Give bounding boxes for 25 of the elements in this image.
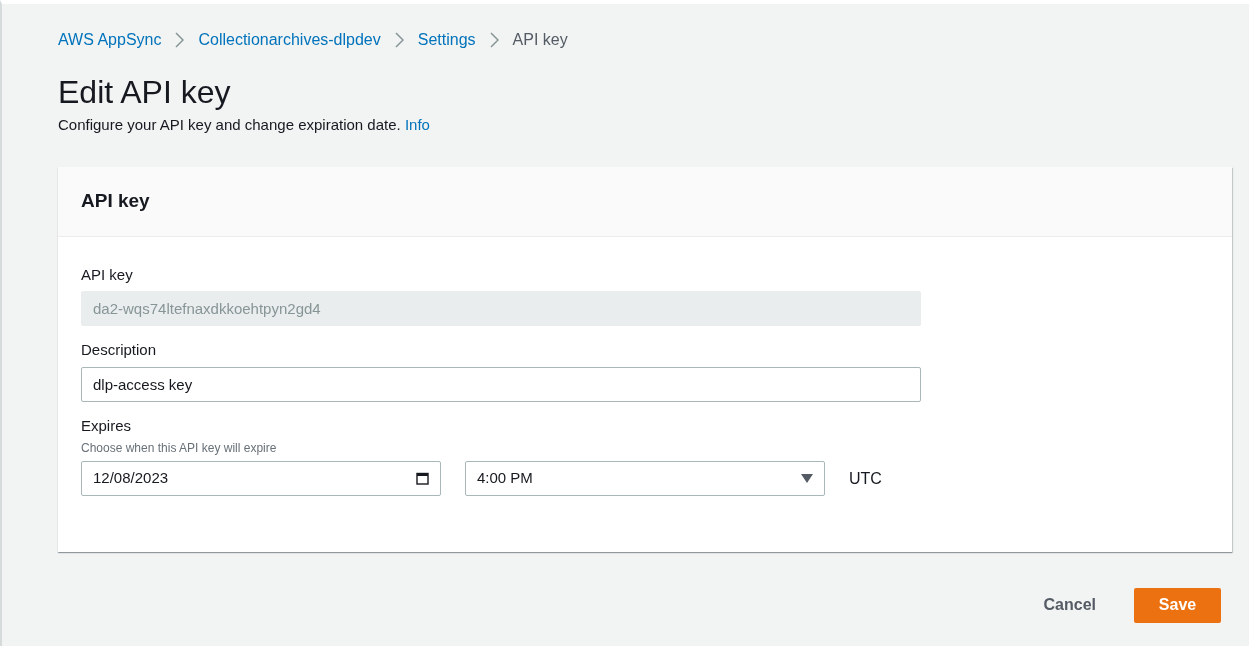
field-label: API key (81, 264, 134, 285)
breadcrumb-link[interactable]: AWS AppSync (58, 28, 162, 52)
field-label: Description (81, 340, 158, 360)
date-field[interactable]: 12/08/2023 (81, 461, 441, 496)
info-link[interactable]: Info (404, 116, 430, 133)
input-field[interactable]: dlp-access key (81, 366, 921, 402)
time-value: 4:00 PM (477, 468, 533, 489)
timezone-label: UTC (849, 468, 882, 489)
card-title: API key (81, 188, 150, 213)
chevron-right-icon (175, 32, 185, 48)
save-button[interactable]: Save (1134, 587, 1221, 623)
dropdown-caret-icon (801, 474, 813, 483)
page-title: Edit API key (58, 73, 232, 112)
breadcrumb-link[interactable]: Collectionarchives-dlpdev (198, 28, 381, 52)
chevron-right-icon (489, 32, 499, 48)
field-hint: Choose when this API key will expire (81, 440, 278, 457)
calendar-icon (416, 472, 429, 485)
time-select[interactable]: 4:00 PM (465, 461, 825, 496)
cancel-button[interactable]: Cancel (1027, 587, 1112, 623)
page-description: Configure your API key and change expiration date. Info (58, 115, 431, 135)
breadcrumb-current: API key (512, 30, 568, 50)
breadcrumb-link[interactable]: Settings (417, 28, 476, 52)
field-label: Expires (81, 415, 133, 436)
chevron-right-icon (394, 32, 404, 48)
date-value: 12/08/2023 (93, 468, 169, 489)
